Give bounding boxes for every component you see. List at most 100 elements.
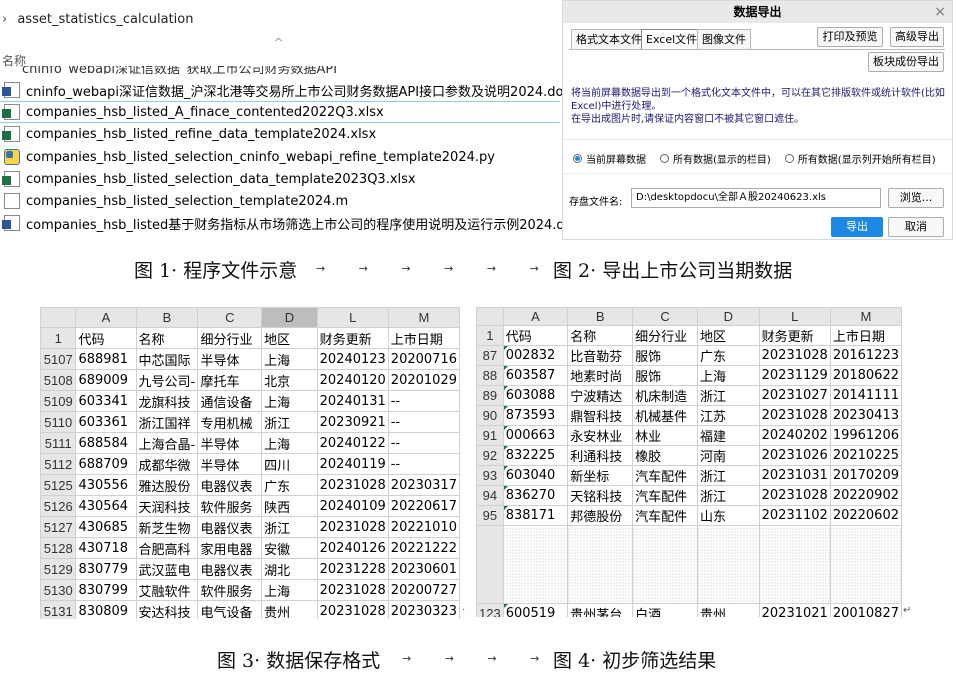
cell[interactable]: 新芝生物 [135,516,199,538]
cell[interactable]: 服饰 [632,345,699,366]
file-row[interactable]: companies_hsb_listed_selection_cninfo_we… [0,146,560,168]
row-number[interactable]: 5127 [40,516,77,538]
cell[interactable]: 689009 [75,369,137,391]
column-letter[interactable]: C [197,307,263,328]
table-row[interactable]: 91 000663 永安林业 林业 福建 20240202 19961206 [476,425,902,446]
cell[interactable]: 利通科技 [567,445,634,466]
cell[interactable]: 上海合晶- [135,432,199,454]
cell[interactable]: 20231031 [758,465,831,486]
cell[interactable]: 688584 [75,432,137,454]
cell[interactable]: 四川 [261,453,318,475]
cell[interactable]: 20231028 [316,516,389,538]
cell[interactable]: 通信设备 [197,390,263,412]
table-row[interactable]: 95 838171 邦德股份 汽车配件 山东 20231102 20220602 [476,505,902,526]
column-letter[interactable]: B [567,307,634,326]
cell[interactable]: 430685 [75,516,137,538]
cell[interactable]: 摩托车 [197,369,263,391]
column-letter[interactable]: D [697,307,760,326]
print-preview-button[interactable]: 打印及预览 [817,27,883,47]
header-cell[interactable]: 代码 [75,327,137,349]
cell[interactable]: 830799 [75,579,137,601]
cell[interactable]: 20230413 [829,405,902,426]
cell[interactable]: 20230601 [387,558,460,580]
cell[interactable]: 20010827 [829,603,902,617]
table-row[interactable]: 90 873593 鼎智科技 机械基件 江苏 20231028 20230413 [476,405,902,426]
cell[interactable]: 836270 [502,485,569,506]
cell[interactable]: 20231028 [758,405,831,426]
cell[interactable]: 陕西 [261,495,318,517]
table-row[interactable]: 5112 688709 成都华微 半导体 四川 20240119 -- [40,453,460,475]
cell[interactable]: 新坐标 [567,465,634,486]
cell[interactable]: 20240123 [316,348,389,370]
table-row[interactable]: 5126 430564 天润科技 软件服务 陕西 20240109 20220617 [40,495,460,517]
table-row[interactable]: 5125 430556 雅达股份 电器仪表 广东 20231028 20230317 [40,474,460,496]
export-button[interactable]: 导出 [831,217,883,237]
cell[interactable]: 服饰 [632,365,699,386]
header-cell[interactable]: 名称 [567,325,634,346]
column-letter[interactable]: C [632,307,699,326]
cell[interactable]: 上海 [261,390,318,412]
column-letter[interactable]: B [135,307,199,328]
column-letter[interactable]: M [829,307,902,326]
cell[interactable]: 20201029 [387,369,460,391]
cell[interactable]: 专用机械 [197,411,263,433]
column-letter[interactable]: L [316,307,389,328]
header-cell[interactable]: 细分行业 [197,327,263,349]
row-number[interactable]: 5109 [40,390,77,412]
cell[interactable]: 20231102 [758,505,831,526]
cell[interactable]: 龙旗科技 [135,390,199,412]
table-row[interactable]: 5107 688981 中芯国际 半导体 上海 20240123 20200716 [40,348,460,370]
cell[interactable]: 贵州 [697,603,760,617]
cell[interactable]: 20220902 [829,485,902,506]
save-path-field[interactable]: D:\desktopdocu\全部Ａ股20240623.xls [631,188,881,208]
cell[interactable]: 浙江 [261,411,318,433]
radio-all-shown-columns[interactable]: 所有数据(显示的栏目) [660,151,771,166]
cell[interactable]: 浙江 [261,516,318,538]
cell[interactable]: 机床制造 [632,385,699,406]
row-number[interactable]: 5112 [40,453,77,475]
cell[interactable]: 20200727 [387,579,460,601]
tab-excel-file[interactable]: Excel文件 [641,29,703,49]
table-row[interactable]: 5129 830779 武汉蓝电 电器仪表 湖北 20231228 20230601 [40,558,460,580]
table-row[interactable]: 93 603040 新坐标 汽车配件 浙江 20231031 20170209 [476,465,902,486]
file-row[interactable]: companies_hsb_listed基于财务指标从市场筛选上市公司的程序使用… [0,212,587,234]
column-letter[interactable]: L [758,307,831,326]
cell[interactable]: 艾融软件 [135,579,199,601]
cell[interactable]: 20161223 [829,345,902,366]
cell[interactable]: 电器仪表 [197,558,263,580]
table-row[interactable]: 5128 430718 合肥高科 家用电器 安徽 20240126 20221222 [40,537,460,559]
cell[interactable]: 半导体 [197,453,263,475]
table-row[interactable]: 5131 830809 安达科技 电气设备 贵州 20231028 20230323 [40,600,460,619]
cell[interactable]: 20240126 [316,537,389,559]
cell[interactable]: 上海 [261,348,318,370]
cell[interactable]: 20231129 [758,365,831,386]
cell[interactable]: 430564 [75,495,137,517]
cell[interactable]: 19961206 [829,425,902,446]
file-row[interactable]: companies_hsb_listed_selection_data_temp… [0,168,560,190]
cell[interactable]: -- [387,390,460,412]
cell[interactable]: 20240122 [316,432,389,454]
cell[interactable]: 贵州 [261,600,318,619]
cell[interactable]: 家用电器 [197,537,263,559]
corner-cell[interactable] [40,307,77,328]
header-cell[interactable]: 代码 [502,325,569,346]
cell[interactable]: 20200716 [387,348,460,370]
cell[interactable]: 机械基件 [632,405,699,426]
cell[interactable]: 上海 [697,365,760,386]
sort-chevron-up-icon[interactable]: ^ [274,36,283,49]
cell[interactable]: 20230921 [316,411,389,433]
row-number[interactable]: 5129 [40,558,77,580]
file-row[interactable]: companies_hsb_listed_refine_data_templat… [0,123,560,145]
browse-button[interactable]: 浏览... [888,188,944,208]
cell[interactable]: 838171 [502,505,569,526]
header-cell[interactable]: 细分行业 [632,325,699,346]
cell[interactable]: 鼎智科技 [567,405,634,426]
file-row[interactable]: companies_hsb_listed_selection_template2… [0,190,560,212]
row-number[interactable]: 92 [476,445,504,466]
row-number[interactable]: 1 [40,327,77,349]
cell[interactable]: 浙江 [697,485,760,506]
cell[interactable]: 20240109 [316,495,389,517]
row-number[interactable]: 5108 [40,369,77,391]
cell[interactable]: 430718 [75,537,137,559]
table-row[interactable]: 94 836270 天铭科技 汽车配件 浙江 20231028 20220902 [476,485,902,506]
